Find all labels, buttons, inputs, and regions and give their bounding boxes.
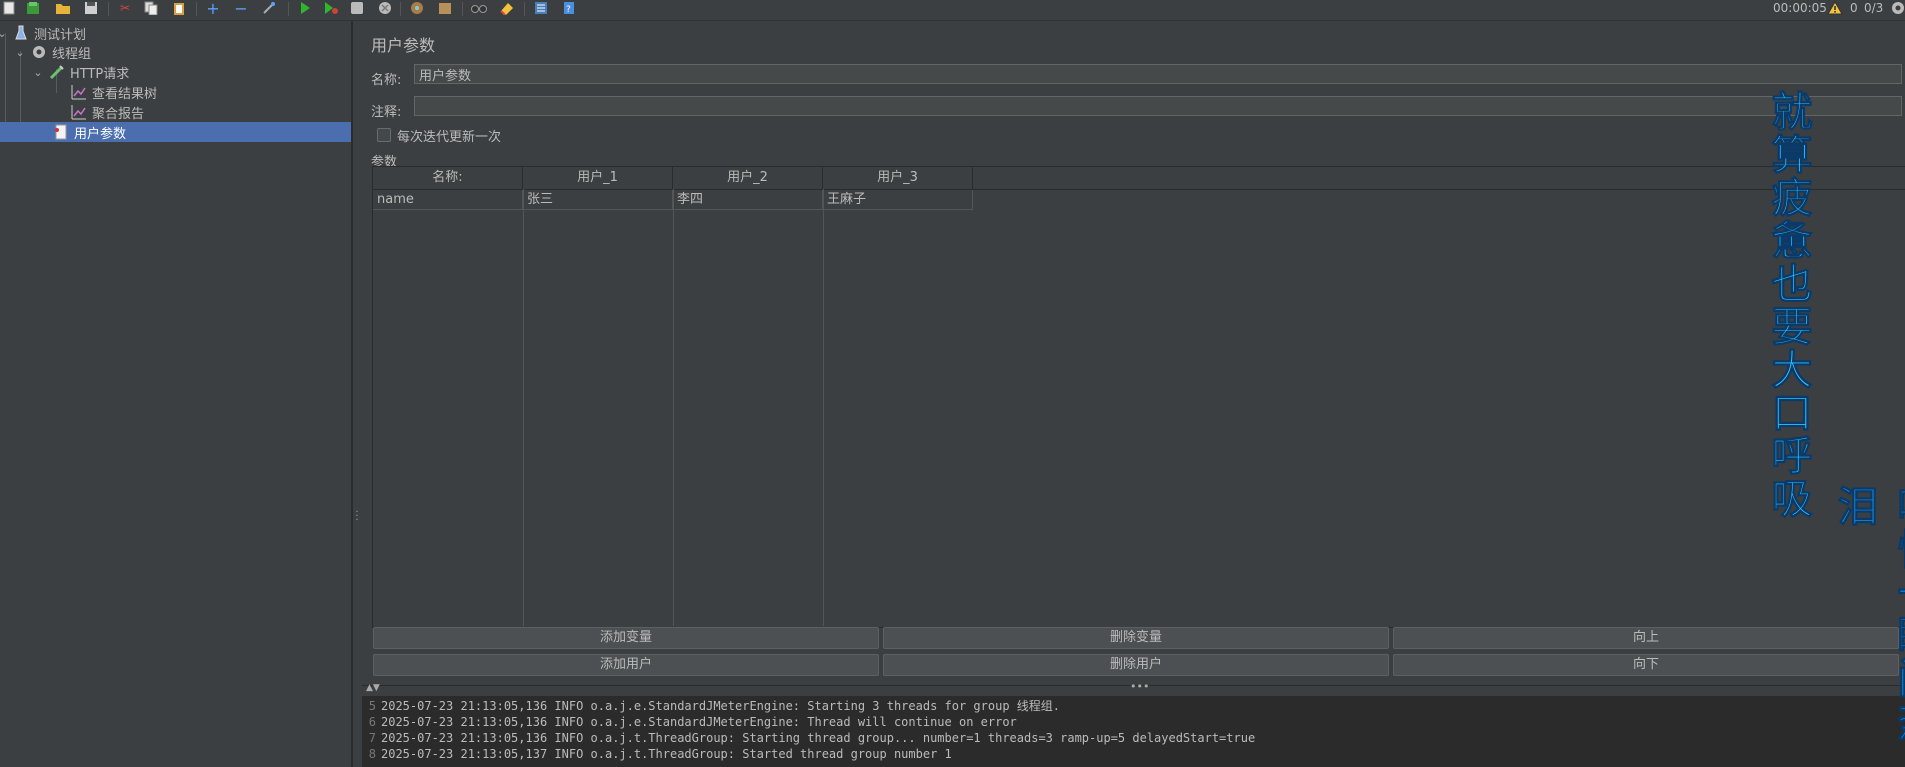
log-panel: 5 2025-07-23 21:13:05,136 INFO o.a.j.e.St… <box>362 696 1905 767</box>
templates-icon[interactable] <box>24 0 42 16</box>
toolbar: ✂ + − ? 00:00:05 0 0/3 <box>0 0 1905 21</box>
name-label: 名称: <box>371 73 402 88</box>
collapse-icon[interactable]: − <box>232 0 250 18</box>
new-icon[interactable] <box>0 0 18 16</box>
column-header-user-1[interactable]: 用户_1 <box>523 167 673 189</box>
start-no-pauses-icon[interactable] <box>322 0 340 16</box>
parameters-table: 名称: 用户_1 用户_2 用户_3 name 张三 李四 王麻子 <box>372 166 1905 628</box>
table-cell[interactable]: name <box>373 190 523 210</box>
test-plan-tree: ⌄ 测试计划 ⌄ 线程组 ⌄ HTTP请求 查看结果树 聚合报告 用户参数 <box>0 21 352 767</box>
graph-icon <box>70 83 88 101</box>
chevron-down-icon[interactable]: ⌄ <box>14 46 26 59</box>
overlay-lyric-line-2: 哪怕一瞬间热泪 <box>1830 485 1905 744</box>
log-line-text: 2025-07-23 21:13:05,136 INFO o.a.j.e.Sta… <box>381 699 1060 713</box>
stop-icon[interactable] <box>348 0 366 16</box>
clear-icon[interactable] <box>408 0 426 16</box>
chevron-down-icon[interactable]: ⌄ <box>0 27 8 40</box>
flask-icon <box>12 24 30 42</box>
log-line-text: 2025-07-23 21:13:05,137 INFO o.a.j.t.Thr… <box>381 747 952 761</box>
table-cell[interactable]: 王麻子 <box>823 190 973 210</box>
tree-item-label: 线程组 <box>52 46 92 62</box>
user-parameters-panel: 用户参数 名称: 注释: 每次迭代更新一次 参数 名称: 用户_1 用户_2 用… <box>362 21 1905 685</box>
delete-user-button[interactable]: 删除用户 <box>883 654 1389 676</box>
log-line: 5 2025-07-23 21:13:05,136 INFO o.a.j.e.St… <box>362 698 1060 714</box>
tree-item-label: 查看结果树 <box>92 86 158 102</box>
splitter-grip-icon[interactable]: · · · <box>355 508 359 526</box>
checkbox-label: 每次迭代更新一次 <box>397 130 502 145</box>
document-icon <box>52 123 70 141</box>
gear-icon <box>30 43 48 61</box>
tree-item-view-results-tree[interactable]: 查看结果树 <box>0 82 351 102</box>
column-header-user-3[interactable]: 用户_3 <box>823 167 973 189</box>
function-helper-icon[interactable] <box>532 0 550 16</box>
svg-text:?: ? <box>566 5 571 15</box>
log-line-number: 6 <box>368 715 376 729</box>
splitter[interactable]: · · · <box>352 21 362 767</box>
save-icon[interactable] <box>82 0 100 16</box>
table-header: 名称: 用户_1 用户_2 用户_3 <box>373 167 1905 190</box>
chevron-down-icon[interactable]: ⌄ <box>32 66 44 79</box>
search-icon[interactable] <box>470 0 488 16</box>
tree-item-label: 聚合报告 <box>92 106 145 122</box>
page-title: 用户参数 <box>371 36 436 55</box>
warning-count: 0 <box>1850 1 1858 15</box>
elapsed-time: 00:00:05 <box>1773 1 1827 15</box>
add-user-button[interactable]: 添加用户 <box>373 654 879 676</box>
name-field[interactable] <box>414 64 1902 84</box>
column-header-user-2[interactable]: 用户_2 <box>673 167 823 189</box>
status-gear-icon[interactable] <box>1889 0 1905 16</box>
shutdown-icon[interactable] <box>376 0 394 16</box>
tree-item-http-request[interactable]: ⌄ HTTP请求 <box>0 62 351 82</box>
log-line: 8 2025-07-23 21:13:05,137 INFO o.a.j.t.Th… <box>362 746 952 762</box>
log-line-number: 7 <box>368 731 376 745</box>
tree-item-thread-group[interactable]: ⌄ 线程组 <box>0 42 351 62</box>
graph-icon <box>70 103 88 121</box>
expand-icon[interactable]: + <box>204 0 222 18</box>
comment-field[interactable] <box>414 96 1902 116</box>
tree-item-aggregate-report[interactable]: 聚合报告 <box>0 102 351 122</box>
tree-item-user-parameters[interactable]: 用户参数 <box>0 122 351 142</box>
overlay-lyric-line-1: 就算疲惫也要大口呼吸 <box>1764 90 1813 521</box>
toggle-icon[interactable] <box>260 0 278 16</box>
tree-item-label: HTTP请求 <box>70 66 130 82</box>
pipette-icon <box>48 63 66 81</box>
reset-search-icon[interactable] <box>498 0 516 16</box>
table-cell[interactable]: 张三 <box>523 190 673 210</box>
tree-item-label: 用户参数 <box>74 126 127 142</box>
thread-count: 0/3 <box>1864 1 1884 15</box>
log-line: 6 2025-07-23 21:13:05,136 INFO o.a.j.e.St… <box>362 714 1017 730</box>
paste-icon[interactable] <box>170 0 188 16</box>
warning-icon[interactable] <box>1826 0 1844 16</box>
help-icon[interactable]: ? <box>560 0 578 16</box>
log-line-text: 2025-07-23 21:13:05,136 INFO o.a.j.t.Thr… <box>381 731 1256 745</box>
copy-icon[interactable] <box>142 0 160 16</box>
drag-handle-icon[interactable]: ••• <box>1130 680 1149 693</box>
log-line-number: 8 <box>368 747 376 761</box>
update-each-iteration-checkbox[interactable] <box>377 128 391 142</box>
open-icon[interactable] <box>54 0 72 16</box>
log-line-text: 2025-07-23 21:13:05,136 INFO o.a.j.e.Sta… <box>381 715 1017 729</box>
log-line-number: 5 <box>368 699 376 713</box>
delete-variable-button[interactable]: 删除变量 <box>883 627 1389 649</box>
tree-item-test-plan[interactable]: ⌄ 测试计划 <box>0 23 351 43</box>
table-cell[interactable]: 李四 <box>673 190 823 210</box>
add-variable-button[interactable]: 添加变量 <box>373 627 879 649</box>
log-line: 7 2025-07-23 21:13:05,136 INFO o.a.j.t.Th… <box>362 730 1255 746</box>
collapse-arrows-icon[interactable]: ▲▼ <box>366 683 380 693</box>
comment-label: 注释: <box>371 105 402 120</box>
cut-icon[interactable]: ✂ <box>116 0 134 16</box>
tree-item-label: 测试计划 <box>34 27 87 43</box>
clear-all-icon[interactable] <box>436 0 454 16</box>
start-icon[interactable] <box>296 0 314 16</box>
column-header-name[interactable]: 名称: <box>373 167 523 189</box>
